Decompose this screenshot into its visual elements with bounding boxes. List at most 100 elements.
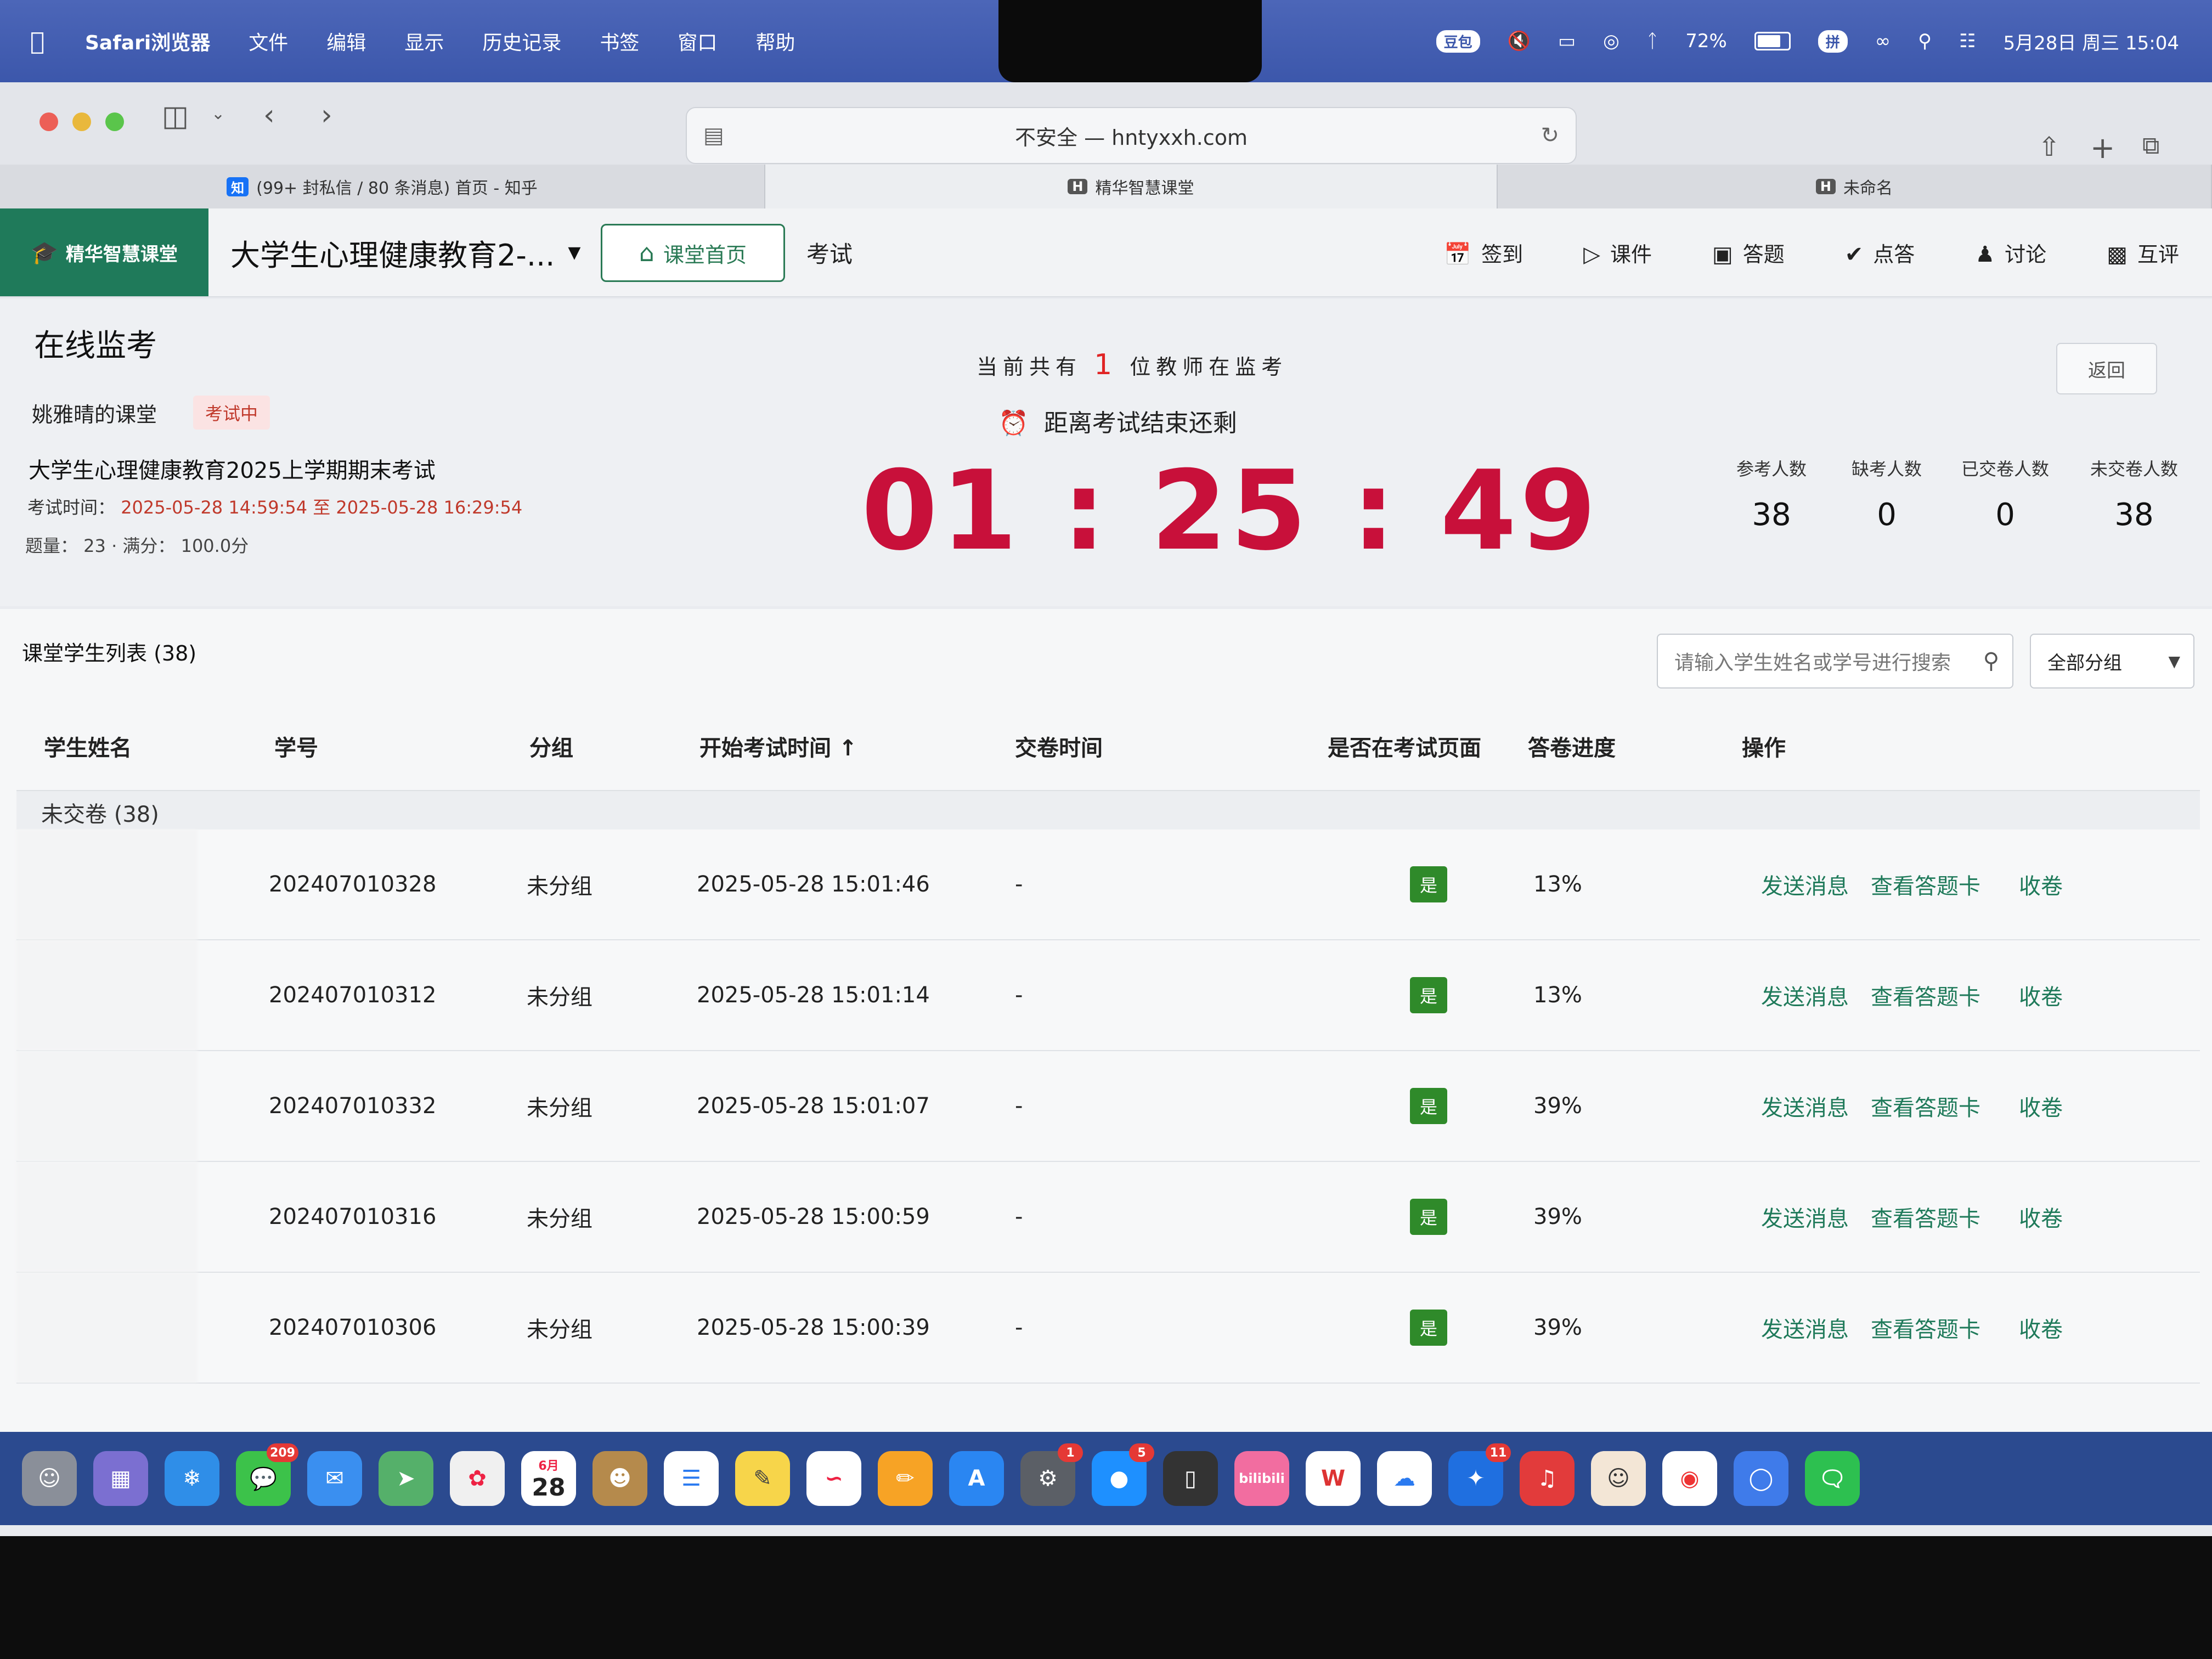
display-icon[interactable]: ▭ bbox=[1558, 30, 1576, 52]
wps-icon[interactable]: W bbox=[1306, 1451, 1361, 1506]
wechat-icon[interactable]: 🗨 bbox=[1805, 1451, 1860, 1506]
col-student-id[interactable]: 学号 bbox=[274, 702, 318, 790]
chrome-icon[interactable]: ◉ bbox=[1662, 1451, 1717, 1506]
view-answer-sheet-link[interactable]: 查看答题卡 bbox=[1871, 1051, 1980, 1161]
system-settings-icon[interactable]: ⚙ 1 bbox=[1020, 1443, 1083, 1506]
datetime[interactable]: 5月28日 周三 15:04 bbox=[2004, 28, 2180, 55]
menu-bookmarks[interactable]: 书签 bbox=[600, 27, 639, 55]
baidu-netdisk-icon[interactable]: ☁ bbox=[1377, 1451, 1432, 1506]
quicktime-icon[interactable]: ◯ bbox=[1734, 1451, 1788, 1506]
calendar-icon[interactable]: 6月 28 bbox=[521, 1451, 576, 1506]
view-answer-sheet-link[interactable]: 查看答题卡 bbox=[1871, 1273, 1980, 1383]
link-icon[interactable]: ∞ bbox=[1875, 30, 1891, 52]
contacts-icon[interactable]: ☻ bbox=[592, 1451, 647, 1506]
view-answer-sheet-link[interactable]: 查看答题卡 bbox=[1871, 1162, 1980, 1272]
nav-answer[interactable]: ▣ 答题 bbox=[1712, 238, 1785, 268]
nav-quick-answer[interactable]: ✔ 点答 bbox=[1845, 238, 1915, 268]
reload-icon[interactable]: ↻ bbox=[1541, 123, 1559, 148]
menu-file[interactable]: 文件 bbox=[249, 27, 288, 55]
menu-history[interactable]: 历史记录 bbox=[482, 27, 561, 55]
group-row-not-submitted[interactable]: 未交卷 (38) bbox=[16, 791, 2200, 830]
course-selector[interactable]: 大学生心理健康教育2-... ▼ bbox=[230, 208, 580, 296]
menu-edit[interactable]: 编辑 bbox=[326, 27, 366, 55]
netease-music-icon[interactable]: ♫ bbox=[1520, 1451, 1575, 1506]
chevron-down-icon[interactable]: ⌄ bbox=[211, 104, 225, 123]
minimize-window-button[interactable] bbox=[72, 112, 91, 131]
view-answer-sheet-link[interactable]: 查看答题卡 bbox=[1871, 940, 1980, 1050]
collect-paper-link[interactable]: 收卷 bbox=[2019, 1051, 2063, 1161]
tab-jinghua[interactable]: H 精华智慧课堂 bbox=[765, 165, 1498, 208]
back-icon[interactable]: ‹ bbox=[263, 99, 275, 132]
bilibili-icon[interactable]: bilibili bbox=[1234, 1451, 1289, 1506]
reminders-icon[interactable]: ☰ bbox=[664, 1451, 719, 1506]
app-name[interactable]: Safari浏览器 bbox=[85, 27, 210, 55]
maps-icon[interactable]: ➤ bbox=[379, 1451, 433, 1506]
send-message-link[interactable]: 发送消息 bbox=[1761, 830, 1849, 939]
tab-overview-icon[interactable]: ⧉ bbox=[2142, 132, 2159, 160]
close-window-button[interactable] bbox=[40, 112, 58, 131]
back-button[interactable]: 返回 bbox=[2056, 343, 2157, 394]
notes-icon[interactable]: ✎ bbox=[735, 1451, 790, 1506]
apple-icon[interactable]:  bbox=[30, 27, 63, 55]
bluetooth-icon[interactable]: ᛏ bbox=[1647, 30, 1658, 52]
forward-icon[interactable]: › bbox=[321, 99, 332, 132]
col-on-page[interactable]: 是否在考试页面 bbox=[1328, 702, 1481, 790]
send-message-link[interactable]: 发送消息 bbox=[1761, 1162, 1849, 1272]
group-filter-select[interactable]: 全部分组 ▼ bbox=[2030, 634, 2194, 689]
collect-paper-link[interactable]: 收卷 bbox=[2019, 1273, 2063, 1383]
app-store-icon[interactable]: A bbox=[949, 1451, 1004, 1506]
collect-paper-link[interactable]: 收卷 bbox=[2019, 940, 2063, 1050]
safari-icon[interactable]: ❄ bbox=[165, 1451, 219, 1506]
share-icon[interactable]: ⇧ bbox=[2038, 132, 2060, 162]
pages-icon[interactable]: ✏ bbox=[878, 1451, 933, 1506]
student-list-title: 课堂学生列表 (38) bbox=[22, 641, 197, 665]
zoom-window-button[interactable] bbox=[105, 112, 124, 131]
tab-zhihu[interactable]: 知 (99+ 封私信 / 80 条消息) 首页 - 知乎 bbox=[0, 165, 765, 208]
mute-icon[interactable]: 🔇 bbox=[1508, 30, 1531, 52]
battery-icon[interactable] bbox=[1754, 32, 1791, 50]
search-icon[interactable]: ⚲ bbox=[1918, 30, 1932, 52]
nav-courseware[interactable]: ▷ 课件 bbox=[1583, 238, 1652, 268]
freeform-icon[interactable]: ∽ bbox=[806, 1451, 861, 1506]
launchpad-icon[interactable]: ▦ bbox=[93, 1451, 148, 1506]
control-center-icon[interactable]: ☷ bbox=[1959, 30, 1976, 52]
finder-icon[interactable]: ☺ bbox=[22, 1451, 77, 1506]
input-method-icon[interactable]: 拼 bbox=[1818, 30, 1848, 53]
col-group[interactable]: 分组 bbox=[529, 702, 573, 790]
nav-signin[interactable]: 📅 签到 bbox=[1444, 238, 1523, 268]
mail-icon[interactable]: ✉ bbox=[307, 1451, 362, 1506]
nav-discussion[interactable]: ♟ 讨论 bbox=[1975, 238, 2046, 268]
menu-help[interactable]: 帮助 bbox=[755, 27, 795, 55]
col-submit-time[interactable]: 交卷时间 bbox=[1015, 702, 1103, 790]
search-icon[interactable]: ⚲ bbox=[1983, 648, 1999, 674]
col-name[interactable]: 学生姓名 bbox=[44, 702, 132, 790]
collect-paper-link[interactable]: 收卷 bbox=[2019, 830, 2063, 939]
new-tab-icon[interactable]: + bbox=[2090, 131, 2115, 165]
lark-icon[interactable]: ✦ 11 bbox=[1448, 1443, 1511, 1506]
sidebar-icon[interactable]: ◫ bbox=[162, 100, 189, 133]
tab-exam[interactable]: 考试 bbox=[806, 208, 853, 296]
menu-view[interactable]: 显示 bbox=[404, 27, 444, 55]
doubao-icon[interactable]: 豆包 bbox=[1436, 30, 1480, 53]
avatar-app-icon[interactable]: ☺ bbox=[1591, 1451, 1646, 1506]
nav-peer-review[interactable]: ▩ 互评 bbox=[2107, 238, 2179, 268]
student-search-input[interactable]: 请输入学生姓名或学号进行搜索 ⚲ bbox=[1657, 634, 2013, 689]
col-progress[interactable]: 答卷进度 bbox=[1528, 702, 1616, 790]
site-logo[interactable]: 🎓 精华智慧课堂 bbox=[0, 208, 208, 296]
classroom-home-button[interactable]: ⌂ 课堂首页 bbox=[601, 224, 785, 282]
messages-icon[interactable]: 💬 209 bbox=[236, 1443, 298, 1506]
send-message-link[interactable]: 发送消息 bbox=[1761, 1273, 1849, 1383]
collect-paper-link[interactable]: 收卷 bbox=[2019, 1162, 2063, 1272]
col-start-time[interactable]: 开始考试时间 ↑ bbox=[699, 702, 857, 790]
tab-untitled[interactable]: H 未命名 bbox=[1498, 165, 2212, 208]
view-answer-sheet-link[interactable]: 查看答题卡 bbox=[1871, 830, 1980, 939]
send-message-link[interactable]: 发送消息 bbox=[1761, 1051, 1849, 1161]
send-message-link[interactable]: 发送消息 bbox=[1761, 940, 1849, 1050]
iphone-mirroring-icon[interactable]: ▯ bbox=[1163, 1451, 1218, 1506]
address-bar[interactable]: ▤ 不安全 — hntyxxh.com ↻ bbox=[686, 107, 1577, 164]
qq-icon[interactable]: ● 5 bbox=[1092, 1443, 1154, 1506]
menu-window[interactable]: 窗口 bbox=[678, 27, 717, 55]
airdrop-icon[interactable]: ◎ bbox=[1603, 30, 1620, 52]
page-menu-icon[interactable]: ▤ bbox=[703, 123, 724, 148]
photos-icon[interactable]: ✿ bbox=[450, 1451, 505, 1506]
